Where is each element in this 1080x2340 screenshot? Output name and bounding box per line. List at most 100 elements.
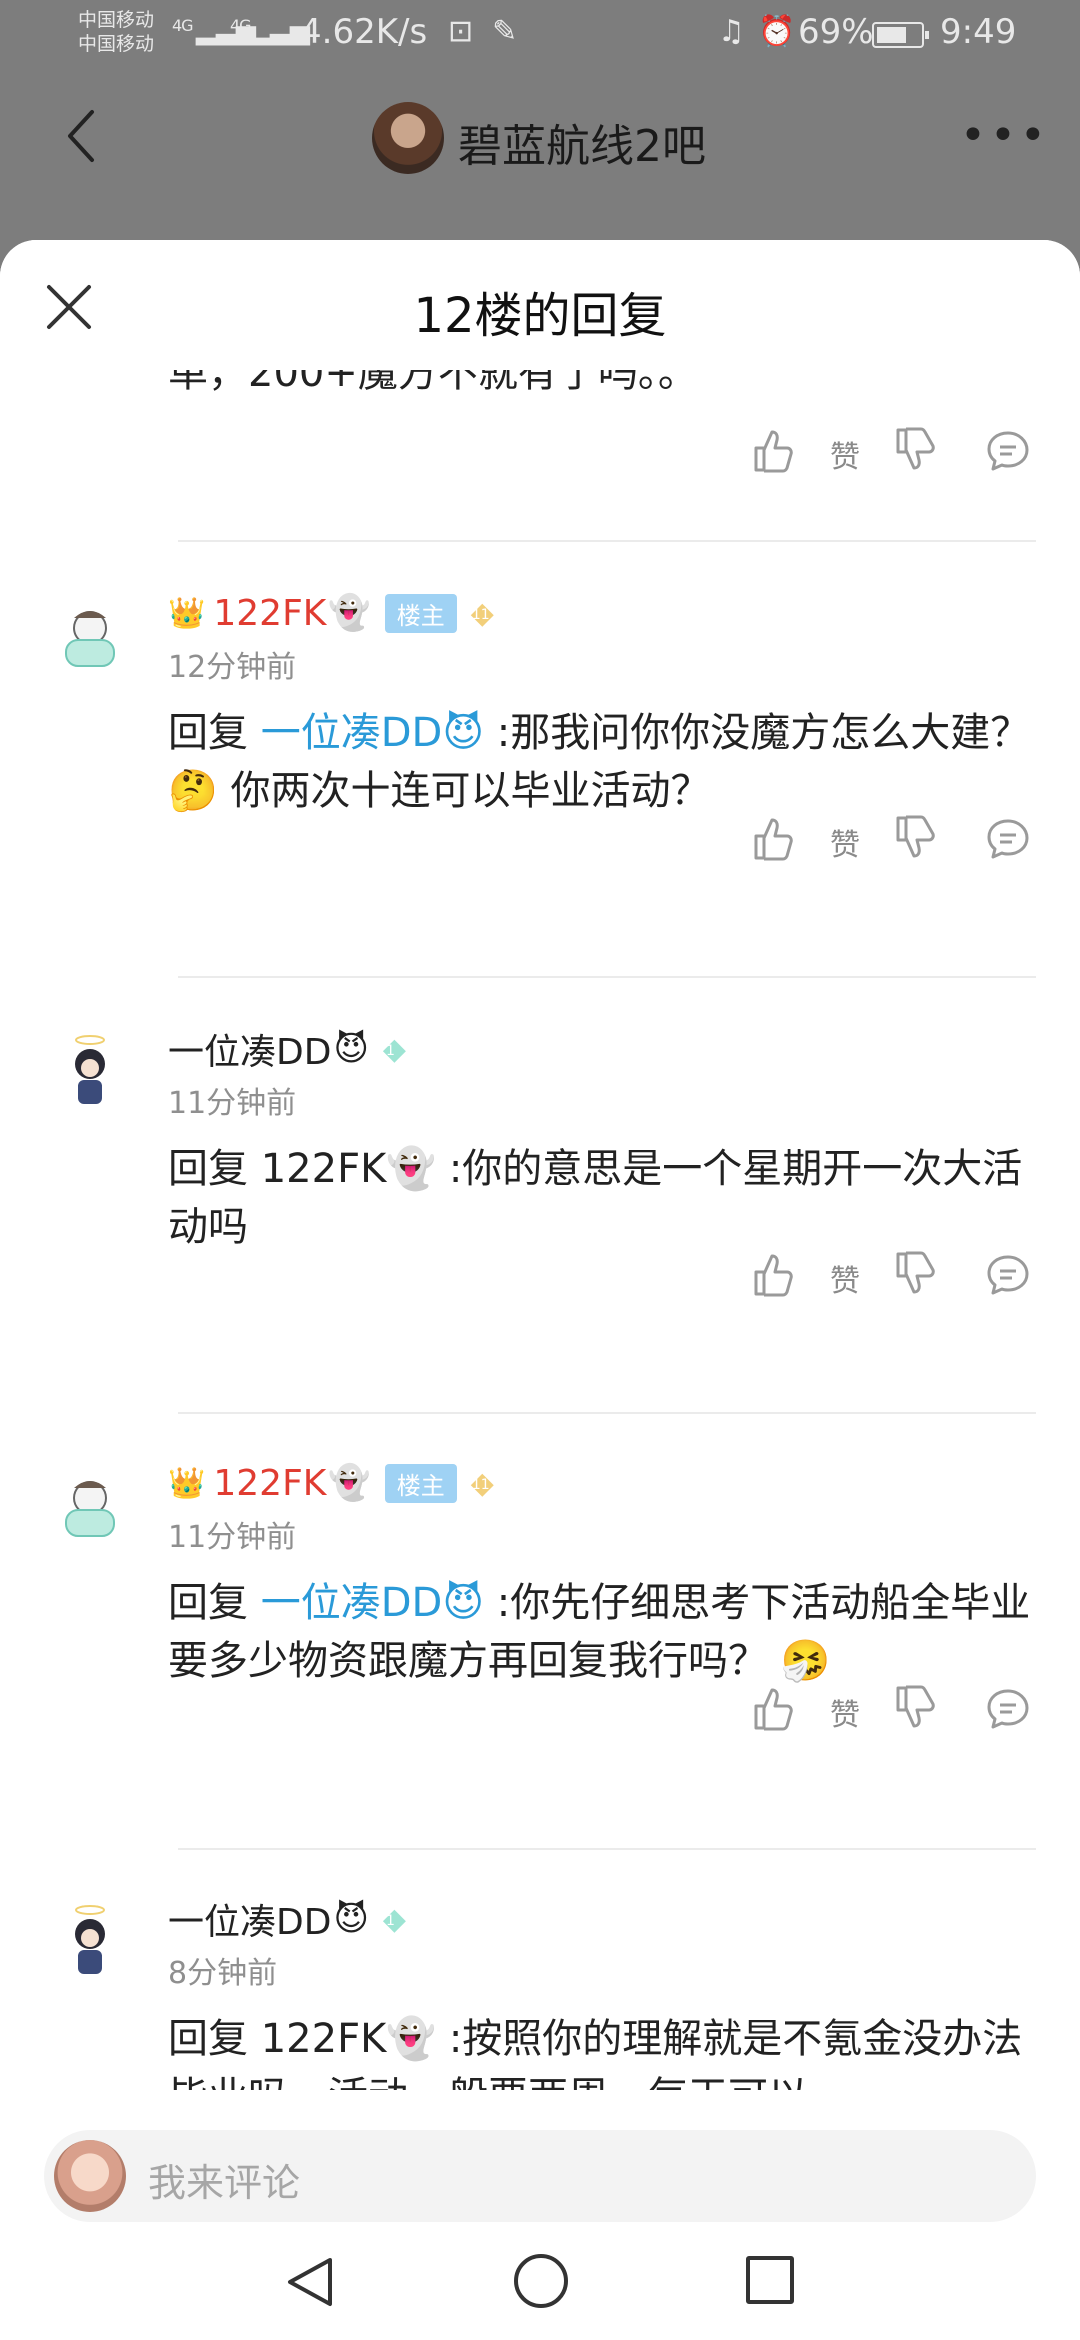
name-row: 👑 122FK 👻 楼主 ◆11 [168, 588, 512, 638]
like-icon[interactable] [750, 426, 794, 474]
level-number: 11 [471, 606, 490, 623]
username[interactable]: 一位凑DD [168, 1023, 331, 1075]
reply-prefix: 回复 [168, 1146, 261, 1192]
avatar[interactable] [44, 1026, 136, 1118]
comment-item: 👑 122FK 👻 楼主 ◆11 12分钟前 回复 一位凑DD😈 :那我问你你没… [0, 586, 1080, 1026]
reply-sheet: 12楼的回复 单，200+魔方不就有了吗。。 赞 👑 122FK 👻 楼主 ◆1… [0, 240, 1080, 2340]
clock: 9:49 [940, 12, 1017, 52]
comment-time: 11分钟前 [168, 1086, 297, 1121]
comment-time: 8分钟前 [168, 1956, 278, 1991]
signal-icon: ▂▃▅ [196, 16, 256, 46]
dislike-icon[interactable] [892, 814, 936, 862]
comment-input[interactable]: 我来评论 [44, 2130, 1036, 2222]
divider [178, 1412, 1036, 1414]
action-bar: 赞 [750, 1680, 1050, 1740]
name-row: 👑 122FK 👻 楼主 ◆11 [168, 1458, 512, 1508]
username-emoji: 😈 [333, 1029, 369, 1069]
action-bar: 赞 [750, 810, 1050, 870]
comment-body[interactable]: 回复 122FK👻 :按照你的理解就是不氪金没办法毕业吗，活动一般要两周，每天可… [168, 2010, 1038, 2090]
dislike-icon[interactable] [892, 1684, 936, 1732]
avatar[interactable] [44, 1896, 136, 1988]
battery-fill [877, 27, 906, 43]
nav-back-icon[interactable] [282, 2254, 338, 2310]
reply-list[interactable]: 单，200+魔方不就有了吗。。 赞 👑 122FK 👻 楼主 ◆11 12分钟前… [0, 240, 1080, 2090]
mention-link[interactable]: 122FK👻 [261, 1146, 436, 1192]
reply-icon[interactable] [986, 1254, 1030, 1296]
level-number: 1 [385, 1042, 395, 1059]
name-row: 一位凑DD 😈 ◆1 [168, 1894, 415, 1944]
comment-time: 12分钟前 [168, 650, 297, 685]
like-icon[interactable] [750, 814, 794, 862]
like-label[interactable]: 赞 [830, 432, 860, 476]
forum-header: 碧蓝航线2吧 ••• [0, 70, 1080, 240]
action-bar: 赞 [750, 422, 1050, 482]
comment-item: 👑 122FK 👻 楼主 ◆11 11分钟前 回复 一位凑DD😈 :你先仔细思考… [0, 1456, 1080, 1896]
level-gem-icon: ◆1 [382, 1901, 406, 1937]
reply-icon[interactable] [986, 818, 1030, 860]
sheet-header: 12楼的回复 [0, 240, 1080, 370]
reply-icon[interactable] [986, 1688, 1030, 1730]
level-number: 1 [385, 1912, 395, 1929]
mention-link[interactable]: 一位凑DD😈 [261, 1580, 484, 1626]
carrier-2: 中国移动 [78, 33, 155, 55]
comment-body[interactable]: 回复 一位凑DD😈 :你先仔细思考下活动船全毕业要多少物资跟魔方再回复我行吗？ … [168, 1574, 1038, 1690]
username[interactable]: 122FK [213, 593, 326, 634]
divider [178, 1848, 1036, 1850]
divider [178, 976, 1036, 978]
username[interactable]: 一位凑DD [168, 1893, 331, 1945]
name-row: 一位凑DD 😈 ◆1 [168, 1024, 415, 1074]
like-icon[interactable] [750, 1250, 794, 1298]
forum-avatar[interactable] [372, 102, 444, 174]
comment-time: 11分钟前 [168, 1520, 297, 1555]
like-label[interactable]: 赞 [830, 1690, 860, 1734]
divider [178, 540, 1036, 542]
comment-body[interactable]: 回复 122FK👻 :你的意思是一个星期开一次大活动吗 [168, 1140, 1038, 1256]
reply-icon[interactable] [986, 430, 1030, 472]
like-icon[interactable] [750, 1684, 794, 1732]
host-badge: 楼主 [384, 593, 457, 633]
comment-placeholder[interactable]: 我来评论 [148, 2152, 300, 2207]
back-arrow-icon[interactable] [62, 106, 102, 166]
action-bar: 赞 [750, 1246, 1050, 1306]
username-emoji: 👻 [328, 593, 371, 633]
level-gem-icon: ◆11 [470, 595, 494, 631]
network-speed: 4.62K/s [300, 12, 428, 52]
tv-icon: ⊡ [448, 14, 474, 49]
more-options-icon[interactable]: ••• [960, 110, 1050, 161]
level-gem-icon: ◆11 [470, 1465, 494, 1501]
dislike-icon[interactable] [892, 426, 936, 474]
dislike-icon[interactable] [892, 1250, 936, 1298]
reply-prefix: 回复 [168, 1580, 261, 1626]
like-label[interactable]: 赞 [830, 1256, 860, 1300]
username-emoji: 👻 [328, 1463, 371, 1503]
crown-icon: 👑 [168, 1465, 206, 1501]
my-avatar [54, 2140, 126, 2212]
reply-prefix: 回复 [168, 2016, 261, 2062]
alarm-icon: ⏰ [758, 14, 796, 49]
comment-body[interactable]: 回复 一位凑DD😈 :那我问你你没魔方怎么大建？ 🤔 你两次十连可以毕业活动？ [168, 704, 1038, 820]
avatar[interactable] [44, 590, 136, 682]
carrier-labels: 中国移动 中国移动 [78, 8, 154, 56]
comment-item: 一位凑DD 😈 ◆1 11分钟前 回复 122FK👻 :你的意思是一个星期开一次… [0, 1022, 1080, 1462]
nav-home-icon[interactable] [514, 2254, 568, 2308]
crown-icon: 👑 [168, 595, 206, 631]
battery-percent: 69% [798, 12, 874, 52]
comment-item: 一位凑DD 😈 ◆1 8分钟前 回复 122FK👻 :按照你的理解就是不氪金没办… [0, 1892, 1080, 2090]
mention-link[interactable]: 122FK👻 [261, 2016, 436, 2062]
translate-icon: ✎ [492, 14, 518, 49]
username[interactable]: 122FK [213, 1463, 326, 1504]
host-badge: 楼主 [384, 1463, 457, 1503]
username-emoji: 😈 [333, 1899, 369, 1939]
level-number: 11 [471, 1476, 490, 1493]
battery-icon [872, 22, 929, 48]
level-gem-icon: ◆1 [382, 1031, 406, 1067]
mention-link[interactable]: 一位凑DD😈 [261, 710, 484, 756]
like-label[interactable]: 赞 [830, 820, 860, 864]
forum-title[interactable]: 碧蓝航线2吧 [458, 110, 706, 174]
avatar[interactable] [44, 1460, 136, 1552]
sheet-title: 12楼的回复 [413, 288, 667, 344]
system-nav-bar [0, 2230, 1080, 2340]
carrier-1: 中国移动 [78, 9, 155, 31]
headphone-icon: ♫ [718, 14, 745, 49]
nav-recent-icon[interactable] [746, 2256, 794, 2304]
